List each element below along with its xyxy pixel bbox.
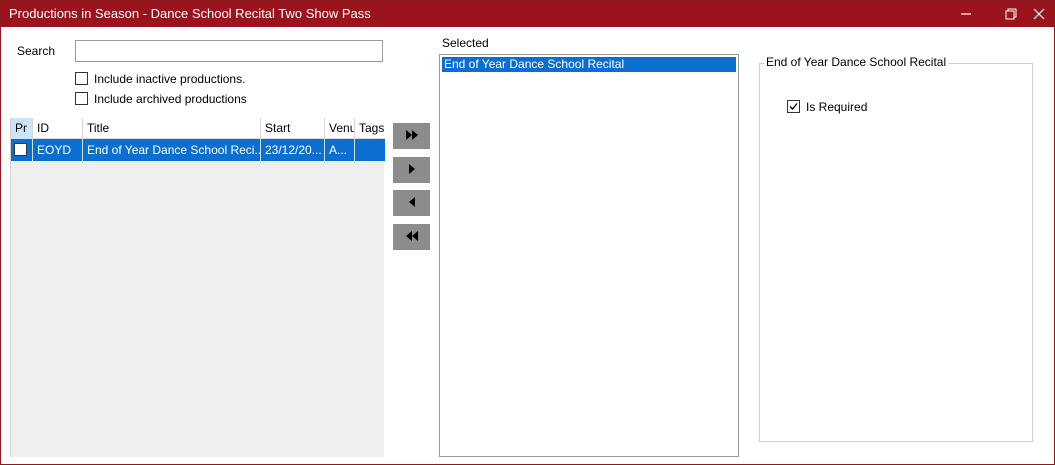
cell-title: End of Year Dance School Reci... [83,139,261,161]
cell-tags [355,139,385,161]
remove-all-button[interactable] [393,224,430,250]
include-inactive-label: Include inactive productions. [94,72,246,86]
maximize-button[interactable] [996,1,1026,27]
minimize-icon [960,8,972,20]
is-required-checkbox[interactable] [787,100,800,113]
column-header-id[interactable]: ID [33,118,83,139]
grid-header: Pr ID Title Start Venu Tags [11,118,385,139]
details-groupbox [759,63,1033,442]
row-checkbox[interactable] [14,143,27,156]
list-item[interactable]: End of Year Dance School Recital [442,57,736,72]
include-archived-checkbox[interactable] [75,92,88,105]
minimize-button[interactable] [951,1,981,27]
cell-start: 23/12/20... [261,139,325,161]
close-icon [1033,8,1045,20]
title-bar: Productions in Season - Dance School Rec… [1,1,1054,27]
play-right-icon [408,163,416,177]
play-left-icon [408,196,416,210]
dialog-window: Productions in Season - Dance School Rec… [0,0,1055,465]
include-archived-label: Include archived productions [94,92,247,106]
maximize-icon [1005,8,1017,20]
column-header-title[interactable]: Title [83,118,261,139]
include-inactive-checkbox[interactable] [75,72,88,85]
column-header-tags[interactable]: Tags [355,118,385,139]
fast-forward-icon [405,129,419,143]
fast-rewind-icon [405,230,419,244]
column-header-pr[interactable]: Pr [11,118,33,139]
is-required-label: Is Required [806,100,868,114]
group-title: End of Year Dance School Recital [764,55,949,69]
selected-label: Selected [442,36,489,50]
productions-grid[interactable]: Pr ID Title Start Venu Tags EOYD End of … [10,118,385,457]
search-label: Search [17,44,56,58]
checkmark-icon [788,101,799,112]
row-select-cell [11,139,33,161]
add-all-button[interactable] [393,123,430,149]
column-header-start[interactable]: Start [261,118,325,139]
remove-button[interactable] [393,190,430,216]
column-header-venue[interactable]: Venu [325,118,355,139]
cell-id: EOYD [33,139,83,161]
window-title: Productions in Season - Dance School Rec… [9,6,371,21]
selected-list[interactable]: End of Year Dance School Recital [439,54,739,457]
close-button[interactable] [1024,1,1054,27]
add-button[interactable] [393,157,430,183]
table-row[interactable]: EOYD End of Year Dance School Reci... 23… [11,139,385,161]
search-input[interactable] [75,40,383,62]
cell-venue: A... [325,139,355,161]
